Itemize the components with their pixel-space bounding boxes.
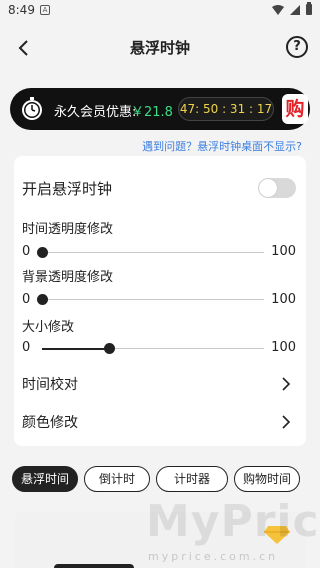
time-calibration-row[interactable]: 时间校对 xyxy=(14,364,306,404)
status-time: 8:49 xyxy=(8,3,35,17)
promo-banner[interactable]: 永久会员优惠: ￥21.8 47: 50 : 31 : 17 购 xyxy=(10,88,310,130)
battery-icon xyxy=(306,2,312,15)
toggle-knob xyxy=(259,179,277,197)
tab-shopping-time[interactable]: 购物时间 xyxy=(234,466,300,492)
size-slider[interactable] xyxy=(42,343,264,354)
signal-icon xyxy=(290,4,300,15)
slider-label: 时间透明度修改 xyxy=(22,222,114,237)
slider-fill xyxy=(42,348,109,350)
tab-countdown[interactable]: 倒计时 xyxy=(84,466,150,492)
stopwatch-icon xyxy=(22,97,42,120)
settings-card: 开启悬浮时钟 时间透明度修改 0 100 背景透明度修改 0 100 大小修改 … xyxy=(14,156,306,446)
promo-label: 永久会员优惠: xyxy=(54,105,137,120)
preview-handle xyxy=(54,564,134,568)
menu-label: 时间校对 xyxy=(22,377,78,393)
menu-label: 颜色修改 xyxy=(22,415,78,431)
chevron-right-icon xyxy=(282,415,291,429)
slider-max: 100 xyxy=(271,244,296,259)
slider-min: 0 xyxy=(22,340,31,355)
slider-max: 100 xyxy=(271,292,296,307)
watermark-logo: MyPrice xyxy=(146,496,320,547)
toggle-label: 开启悬浮时钟 xyxy=(22,180,113,198)
tab-floating-time[interactable]: 悬浮时间 xyxy=(12,466,78,492)
mode-tabs: 悬浮时间 倒计时 计时器 购物时间 xyxy=(12,466,308,492)
enable-clock-toggle[interactable] xyxy=(258,178,296,198)
nav-bar: 悬浮时钟 ? xyxy=(0,22,320,74)
watermark-url: myprice.com.cn xyxy=(148,550,279,563)
color-settings-row[interactable]: 颜色修改 xyxy=(14,402,306,442)
slider-max: 100 xyxy=(271,340,296,355)
page-title: 悬浮时钟 xyxy=(129,39,190,57)
slider-thumb[interactable] xyxy=(37,294,48,305)
slider-thumb[interactable] xyxy=(37,247,48,258)
slider-min: 0 xyxy=(22,244,31,259)
promo-countdown: 47: 50 : 31 : 17 xyxy=(178,97,274,121)
help-button[interactable]: ? xyxy=(286,36,308,58)
slider-label: 背景透明度修改 xyxy=(22,270,114,285)
slider-label: 大小修改 xyxy=(22,320,75,335)
buy-button[interactable]: 购 xyxy=(282,94,308,124)
chevron-right-icon xyxy=(282,377,291,391)
help-link[interactable]: 遇到问题？悬浮时钟桌面不显示? xyxy=(142,138,302,154)
status-icons xyxy=(272,2,312,15)
notification-icon: A xyxy=(40,5,50,15)
background-opacity-slider[interactable] xyxy=(37,294,264,305)
wifi-icon xyxy=(272,4,284,15)
time-opacity-slider[interactable] xyxy=(37,247,264,258)
status-bar: 8:49 A xyxy=(0,0,320,22)
promo-price: ￥21.8 xyxy=(131,105,173,120)
tab-timer[interactable]: 计时器 xyxy=(156,466,228,492)
slider-thumb[interactable] xyxy=(103,343,115,354)
slider-min: 0 xyxy=(22,292,31,307)
